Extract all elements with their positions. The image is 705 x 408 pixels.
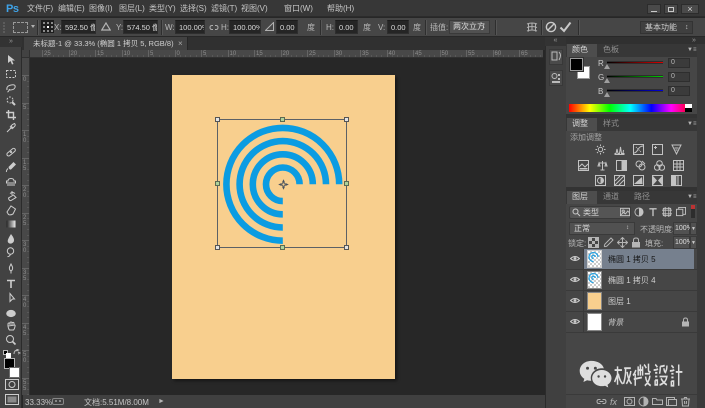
svg-text:fx: fx xyxy=(610,397,618,407)
